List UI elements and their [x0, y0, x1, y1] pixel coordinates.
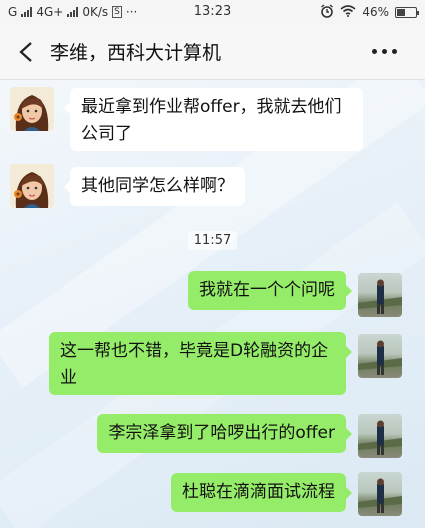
wifi-icon: [340, 4, 356, 20]
contact-avatar[interactable]: [10, 164, 54, 208]
self-avatar[interactable]: [358, 414, 402, 458]
status-bar: G 4G+ 0K/s S ··· 13:23 46%: [0, 0, 425, 24]
more-button[interactable]: [372, 49, 397, 54]
message-timestamp: 11:57: [0, 231, 425, 250]
message-bubble-incoming[interactable]: 其他同学怎么样啊？: [64, 167, 245, 206]
chat-title: 李维，西科大计算机: [50, 42, 222, 64]
chat-area[interactable]: 最近拿到作业帮offer，我就去他们公司了 其他同学怎么样啊？ 11:57 我就…: [0, 80, 425, 528]
self-avatar[interactable]: [358, 334, 402, 378]
more-horizontal-icon: [372, 49, 377, 54]
self-avatar[interactable]: [358, 472, 402, 516]
timestamp-text: 11:57: [187, 231, 238, 250]
alarm-icon: [320, 3, 334, 21]
chevron-left-icon: [19, 41, 32, 62]
battery-percent: 46%: [362, 5, 389, 19]
message-bubble-outgoing[interactable]: 杜聪在滴滴面试流程: [171, 473, 352, 512]
battery-icon: [395, 6, 419, 18]
message-bubble-incoming[interactable]: 最近拿到作业帮offer，我就去他们公司了: [64, 88, 363, 151]
self-avatar[interactable]: [358, 273, 402, 317]
chat-header: 李维，西科大计算机: [0, 24, 425, 80]
message-bubble-outgoing[interactable]: 我就在一个个问呢: [188, 271, 352, 310]
message-bubble-outgoing[interactable]: 这一帮也不错，毕竟是D轮融资的企业: [49, 332, 352, 395]
contact-avatar[interactable]: [10, 87, 54, 131]
dot: [392, 49, 397, 54]
dot: [382, 49, 387, 54]
message-bubble-outgoing[interactable]: 李宗泽拿到了哈啰出行的offer: [97, 414, 352, 453]
back-button[interactable]: [6, 24, 46, 80]
